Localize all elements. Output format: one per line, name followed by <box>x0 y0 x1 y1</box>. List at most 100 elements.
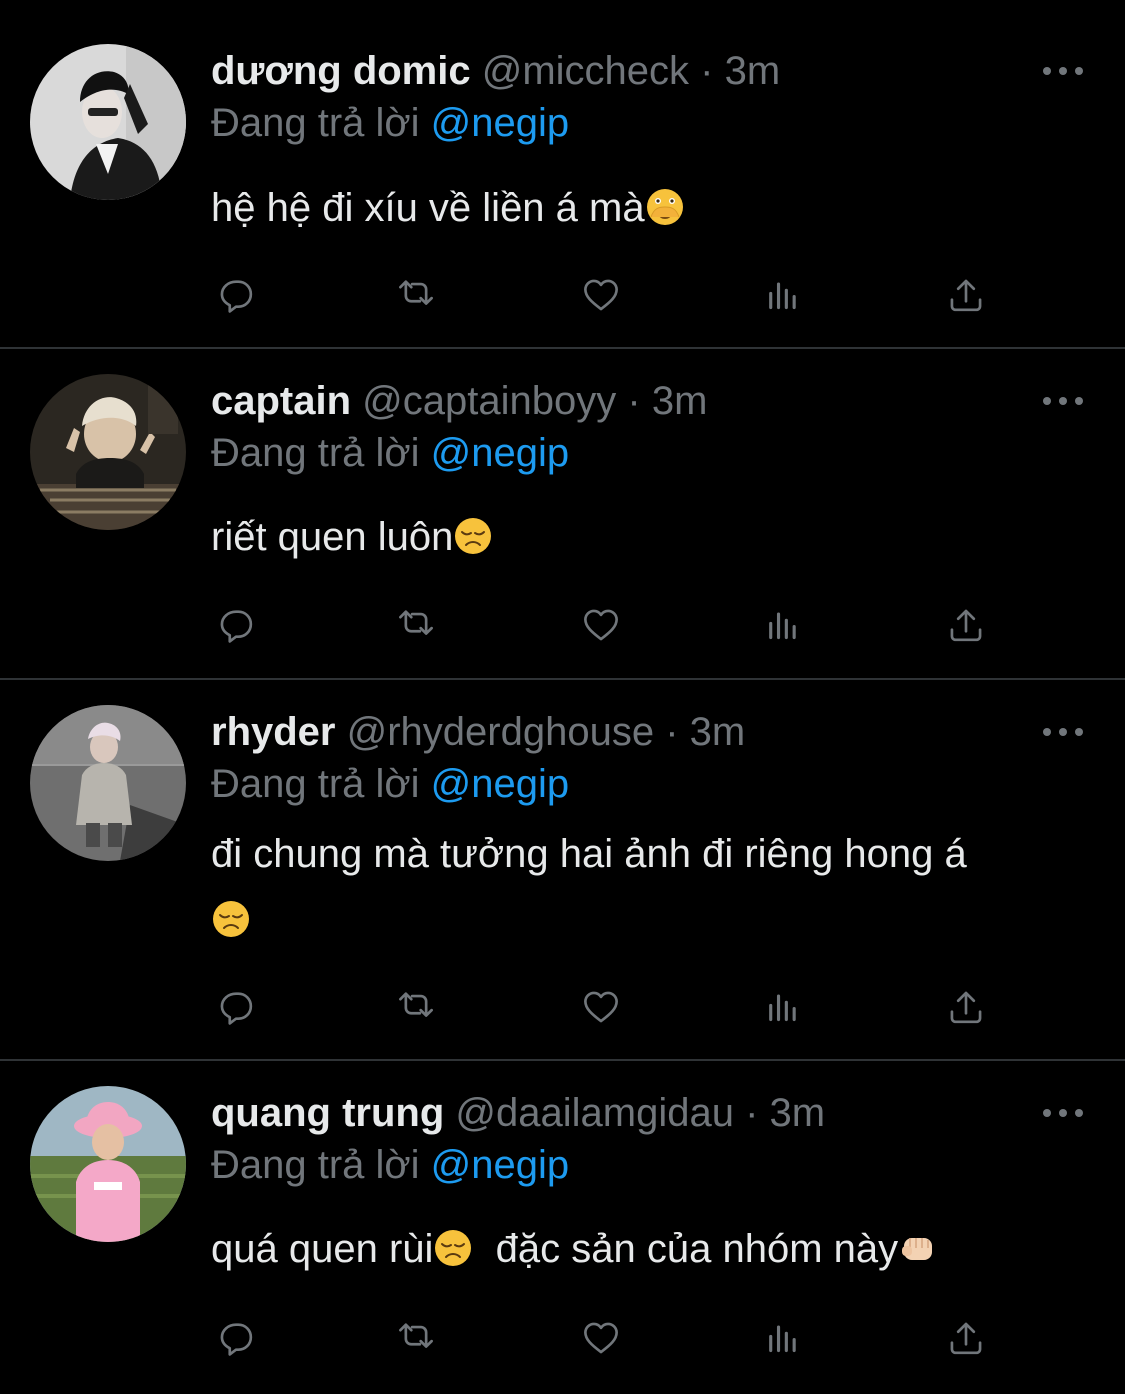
tweet-text-content: đặc sản của nhóm này <box>473 1227 899 1271</box>
tweet-text-content: hệ hệ đi xíu về liền á mà <box>211 186 645 230</box>
separator-dot: · <box>627 379 641 423</box>
action-bar <box>211 982 1011 1038</box>
retweet-button[interactable] <box>391 982 447 1038</box>
share-icon <box>950 1322 982 1355</box>
timestamp[interactable]: 3m <box>770 1091 826 1135</box>
heart-icon <box>584 991 618 1023</box>
like-button[interactable] <box>576 600 632 656</box>
share-icon <box>950 609 982 642</box>
replying-to-label: Đang trả lời <box>211 1143 420 1187</box>
share-icon <box>950 279 982 312</box>
retweet-icon <box>399 280 433 305</box>
tweet-text-content: đi chung mà tưởng hai ảnh đi riêng hong … <box>211 832 967 876</box>
views-button[interactable] <box>759 1313 815 1369</box>
heart-icon <box>584 609 618 641</box>
replying-to-label: Đang trả lời <box>211 101 420 145</box>
retweet-icon <box>399 610 433 635</box>
avatar[interactable] <box>30 1086 186 1242</box>
tweet-4[interactable]: quang trung @daailamgidau · 3m Đang trả … <box>0 1061 1125 1394</box>
timestamp[interactable]: 3m <box>725 49 781 93</box>
share-icon <box>950 991 982 1024</box>
views-chart-icon <box>769 282 796 310</box>
display-name[interactable]: captain <box>211 379 351 423</box>
share-button[interactable] <box>941 270 997 326</box>
share-button[interactable] <box>941 600 997 656</box>
tweet-text-content: quá quen rùi <box>211 1227 434 1271</box>
timestamp[interactable]: 3m <box>690 710 746 754</box>
share-button[interactable] <box>941 982 997 1038</box>
reply-icon <box>220 610 253 643</box>
replying-to-label: Đang trả lời <box>211 762 420 806</box>
like-button[interactable] <box>576 270 632 326</box>
mention-link[interactable]: @negip <box>431 101 569 145</box>
replying-to-label: Đang trả lời <box>211 431 420 475</box>
views-button[interactable] <box>759 982 815 1038</box>
username[interactable]: @daailamgidau <box>455 1091 734 1135</box>
more-horizontal-icon[interactable] <box>1041 1103 1085 1123</box>
display-name[interactable]: dương domic <box>211 49 471 93</box>
separator-dot: · <box>745 1091 759 1135</box>
separator-dot: · <box>700 49 714 93</box>
action-bar <box>211 1313 1011 1369</box>
retweet-button[interactable] <box>391 270 447 326</box>
like-button[interactable] <box>576 982 632 1038</box>
disappointed-face-icon <box>212 900 250 938</box>
reply-icon <box>220 280 253 313</box>
replying-to: Đang trả lời @negip <box>211 426 569 480</box>
reply-button[interactable] <box>211 270 267 326</box>
tweet-text: hệ hệ đi xíu về liền á mà <box>211 176 1071 240</box>
tweet-2[interactable]: captain @captainboyy · 3m Đang trả lời @… <box>0 349 1125 679</box>
display-name[interactable]: quang trung <box>211 1091 444 1135</box>
tweet-text: đi chung mà tưởng hai ảnh đi riêng hong … <box>211 821 1071 953</box>
mention-link[interactable]: @negip <box>431 1143 569 1187</box>
views-chart-icon <box>769 1325 796 1353</box>
reply-icon <box>220 992 253 1025</box>
retweet-icon <box>399 992 433 1017</box>
disappointed-face-icon <box>454 517 493 555</box>
heart-icon <box>584 1322 618 1354</box>
replying-to: Đang trả lời @negip <box>211 757 569 811</box>
views-chart-icon <box>769 612 796 640</box>
disappointed-face-icon <box>434 1229 473 1267</box>
like-button[interactable] <box>576 1313 632 1369</box>
display-name[interactable]: rhyder <box>211 710 336 754</box>
face-with-open-eyes-hand-over-mouth-icon <box>646 188 684 226</box>
action-bar <box>211 270 1011 326</box>
retweet-button[interactable] <box>391 1313 447 1369</box>
tweet-header: quang trung @daailamgidau · 3m <box>211 1086 825 1140</box>
views-button[interactable] <box>759 270 815 326</box>
tweet-header: dương domic @miccheck · 3m <box>211 44 780 98</box>
reply-button[interactable] <box>211 1313 267 1369</box>
tweet-text-content: riết quen luôn <box>211 515 454 559</box>
timestamp[interactable]: 3m <box>652 379 708 423</box>
mention-link[interactable]: @negip <box>431 762 569 806</box>
retweet-button[interactable] <box>391 600 447 656</box>
reply-button[interactable] <box>211 600 267 656</box>
tweet-header: captain @captainboyy · 3m <box>211 374 707 428</box>
avatar[interactable] <box>30 44 186 200</box>
replying-to: Đang trả lời @negip <box>211 1138 569 1192</box>
views-chart-icon <box>769 994 796 1022</box>
reply-button[interactable] <box>211 982 267 1038</box>
tweet-1[interactable]: dương domic @miccheck · 3m Đang trả lời … <box>0 0 1125 348</box>
retweet-icon <box>399 1323 433 1348</box>
tweet-header: rhyder @rhyderdghouse · 3m <box>211 705 745 759</box>
more-horizontal-icon[interactable] <box>1041 722 1085 742</box>
oncoming-fist-icon <box>901 1237 933 1261</box>
separator-dot: · <box>665 710 679 754</box>
more-horizontal-icon[interactable] <box>1041 61 1085 81</box>
username[interactable]: @miccheck <box>482 49 689 93</box>
replying-to: Đang trả lời @negip <box>211 96 569 150</box>
tweet-text: riết quen luôn <box>211 505 1071 569</box>
share-button[interactable] <box>941 1313 997 1369</box>
mention-link[interactable]: @negip <box>431 431 569 475</box>
username[interactable]: @captainboyy <box>362 379 616 423</box>
tweet-3[interactable]: rhyder @rhyderdghouse · 3m Đang trả lời … <box>0 680 1125 1060</box>
tweet-text: quá quen rùi đặc sản của nhóm này <box>211 1217 1071 1281</box>
views-button[interactable] <box>759 600 815 656</box>
username[interactable]: @rhyderdghouse <box>347 710 654 754</box>
heart-icon <box>584 279 618 311</box>
more-horizontal-icon[interactable] <box>1041 391 1085 411</box>
avatar[interactable] <box>30 374 186 530</box>
avatar[interactable] <box>30 705 186 861</box>
